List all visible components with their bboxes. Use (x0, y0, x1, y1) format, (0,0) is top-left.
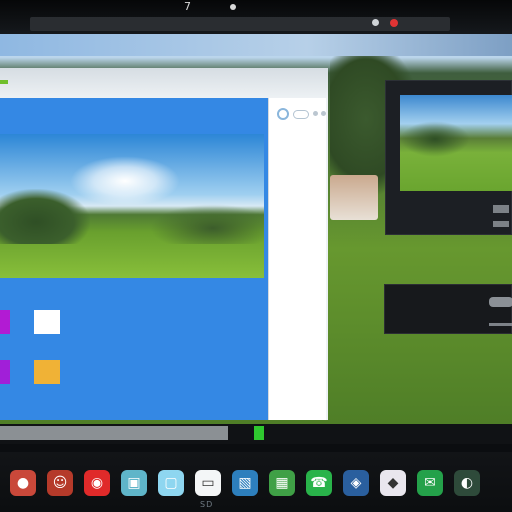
slider-handle[interactable] (489, 297, 512, 307)
search-icon[interactable] (277, 108, 289, 120)
landscape-image[interactable] (0, 134, 264, 278)
phone-icon[interactable]: ☎ (306, 470, 332, 496)
content-area (0, 98, 268, 420)
image-trees (0, 189, 90, 244)
preview-trees (400, 121, 470, 157)
main-window-titlebar[interactable] (0, 68, 328, 98)
main-window (0, 68, 328, 420)
screen: 7 ● ☺ ◉ ▣ ▢ ▭ ▧ ▦ ☎ ◈ ◆ ✉ ◐ SD (0, 0, 512, 512)
status-indicator (254, 426, 264, 440)
spreadsheet-icon[interactable]: ▦ (269, 470, 295, 496)
app-accent-icon (0, 80, 8, 84)
tile-orange[interactable] (34, 360, 60, 384)
image-trees-distant (150, 204, 264, 244)
top-glyph: 7 (184, 0, 191, 13)
red-shield-icon[interactable]: ◉ (84, 470, 110, 496)
tile-purple-2[interactable] (0, 360, 10, 384)
scrollbar-gap (232, 427, 250, 439)
image-viewer-icon[interactable]: ◆ (380, 470, 406, 496)
sidebar-panel (268, 98, 326, 420)
browser-icon[interactable]: ◈ (343, 470, 369, 496)
document-icon[interactable]: ▭ (195, 470, 221, 496)
dock-footer: SD (200, 500, 214, 509)
preview-window[interactable] (385, 80, 512, 235)
mascot-icon[interactable]: ☺ (47, 470, 73, 496)
window-header-band (0, 34, 512, 56)
minimize-button[interactable] (372, 19, 379, 26)
slider-panel (384, 284, 512, 334)
photo-icon[interactable]: ▣ (121, 470, 147, 496)
close-button[interactable] (390, 19, 398, 27)
chat-icon[interactable]: ▢ (158, 470, 184, 496)
toggle-icon[interactable] (293, 110, 309, 119)
messages-icon[interactable]: ✉ (417, 470, 443, 496)
red-app-icon[interactable]: ● (10, 470, 36, 496)
globe-icon[interactable]: ◐ (454, 470, 480, 496)
slider-line (489, 323, 512, 326)
horizontal-scrollbar[interactable] (0, 426, 228, 440)
preview-control[interactable] (493, 205, 509, 213)
more-icon[interactable] (313, 111, 318, 116)
wallpaper-stump (330, 175, 378, 220)
address-strip[interactable] (30, 17, 450, 31)
tile-white[interactable] (34, 310, 60, 334)
picture-icon[interactable]: ▧ (232, 470, 258, 496)
tile-purple-1[interactable] (0, 310, 10, 334)
more-icon[interactable] (321, 111, 326, 116)
preview-control[interactable] (493, 221, 509, 227)
status-dot (230, 4, 236, 10)
